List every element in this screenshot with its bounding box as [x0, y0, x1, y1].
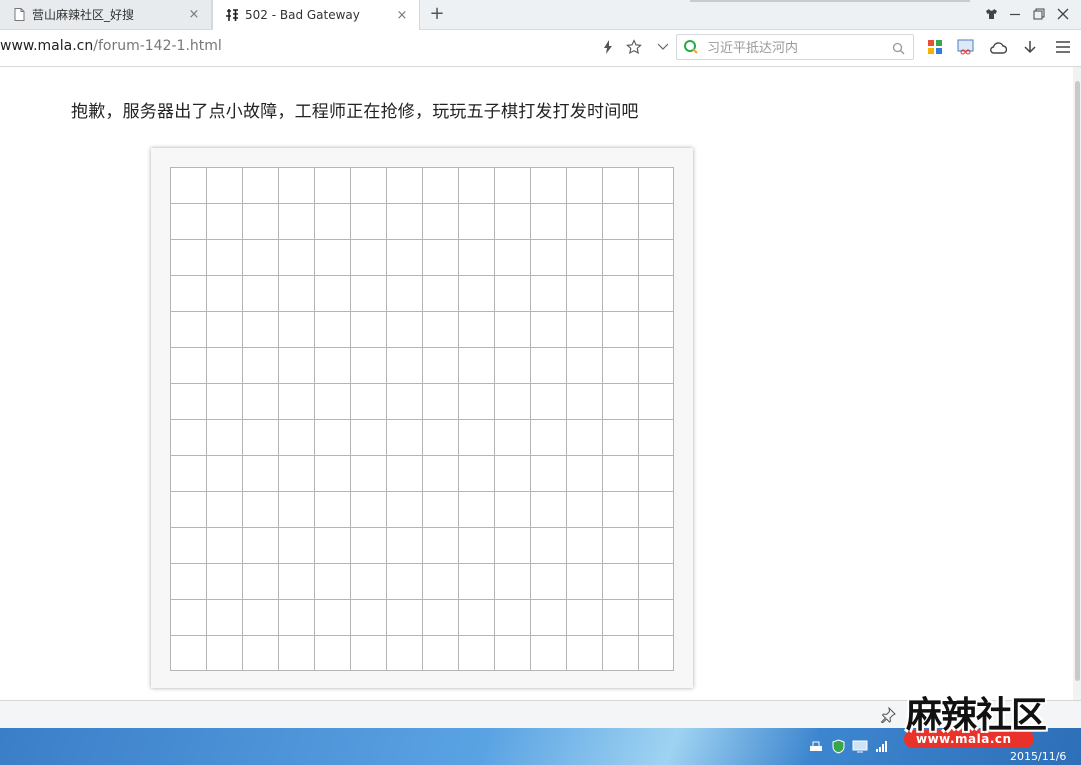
apps-icon[interactable] [926, 38, 944, 56]
cloud-icon[interactable] [989, 38, 1007, 56]
gomoku-board[interactable] [170, 167, 674, 671]
tab-haosou[interactable]: 营山麻辣社区_好搜 × [0, 0, 212, 29]
tab-label: 502 - Bad Gateway [245, 8, 360, 22]
pin-icon[interactable] [880, 706, 896, 727]
close-window-icon[interactable] [1055, 4, 1071, 24]
menu-icon[interactable] [1054, 38, 1072, 56]
download-icon[interactable] [1021, 38, 1039, 56]
url-field[interactable]: www.mala.cn/forum-142-1.html [0, 38, 222, 54]
screenshot-icon[interactable] [957, 38, 975, 56]
skin-icon[interactable] [983, 4, 999, 24]
chevron-down-icon[interactable] [654, 38, 672, 56]
mala-watermark-logo: 麻辣社区 www.mala.cn [902, 686, 1080, 756]
tab-bar: 营山麻辣社区_好搜 × 502 - Bad Gateway × + [0, 0, 1081, 30]
tab-label: 营山麻辣社区_好搜 [32, 8, 135, 22]
haosou-logo-icon [683, 39, 699, 59]
tab-bad-gateway[interactable]: 502 - Bad Gateway × [212, 0, 420, 30]
close-icon[interactable]: × [395, 8, 409, 23]
page-icon [12, 8, 26, 22]
scrollbar-thumb[interactable] [1075, 81, 1080, 681]
signal-icon[interactable] [874, 738, 890, 754]
network-device-icon[interactable] [808, 738, 824, 754]
shield-icon[interactable] [830, 738, 846, 754]
lightning-icon[interactable] [599, 38, 617, 56]
popup-edge [690, 0, 970, 2]
system-tray [808, 738, 890, 754]
new-tab-button[interactable]: + [428, 4, 446, 24]
site-favicon [225, 8, 239, 22]
star-icon[interactable] [625, 38, 643, 56]
monitor-icon[interactable] [852, 738, 868, 754]
gomoku-board-frame [151, 148, 693, 688]
search-input[interactable] [705, 38, 889, 58]
close-icon[interactable]: × [187, 7, 201, 22]
window-controls [983, 4, 1071, 24]
watermark-url: www.mala.cn [916, 732, 1012, 746]
vertical-scrollbar[interactable] [1073, 67, 1081, 700]
restore-icon[interactable] [1031, 4, 1047, 24]
address-bar: www.mala.cn/forum-142-1.html [0, 30, 1081, 67]
url-path: /forum-142-1.html [93, 38, 222, 54]
search-icon[interactable] [892, 40, 905, 59]
error-message: 抱歉，服务器出了点小故障，工程师正在抢修，玩玩五子棋打发打发时间吧 [71, 102, 639, 122]
url-host: www.mala.cn [0, 38, 94, 54]
minimize-icon[interactable] [1007, 4, 1023, 24]
search-box[interactable] [676, 34, 914, 60]
